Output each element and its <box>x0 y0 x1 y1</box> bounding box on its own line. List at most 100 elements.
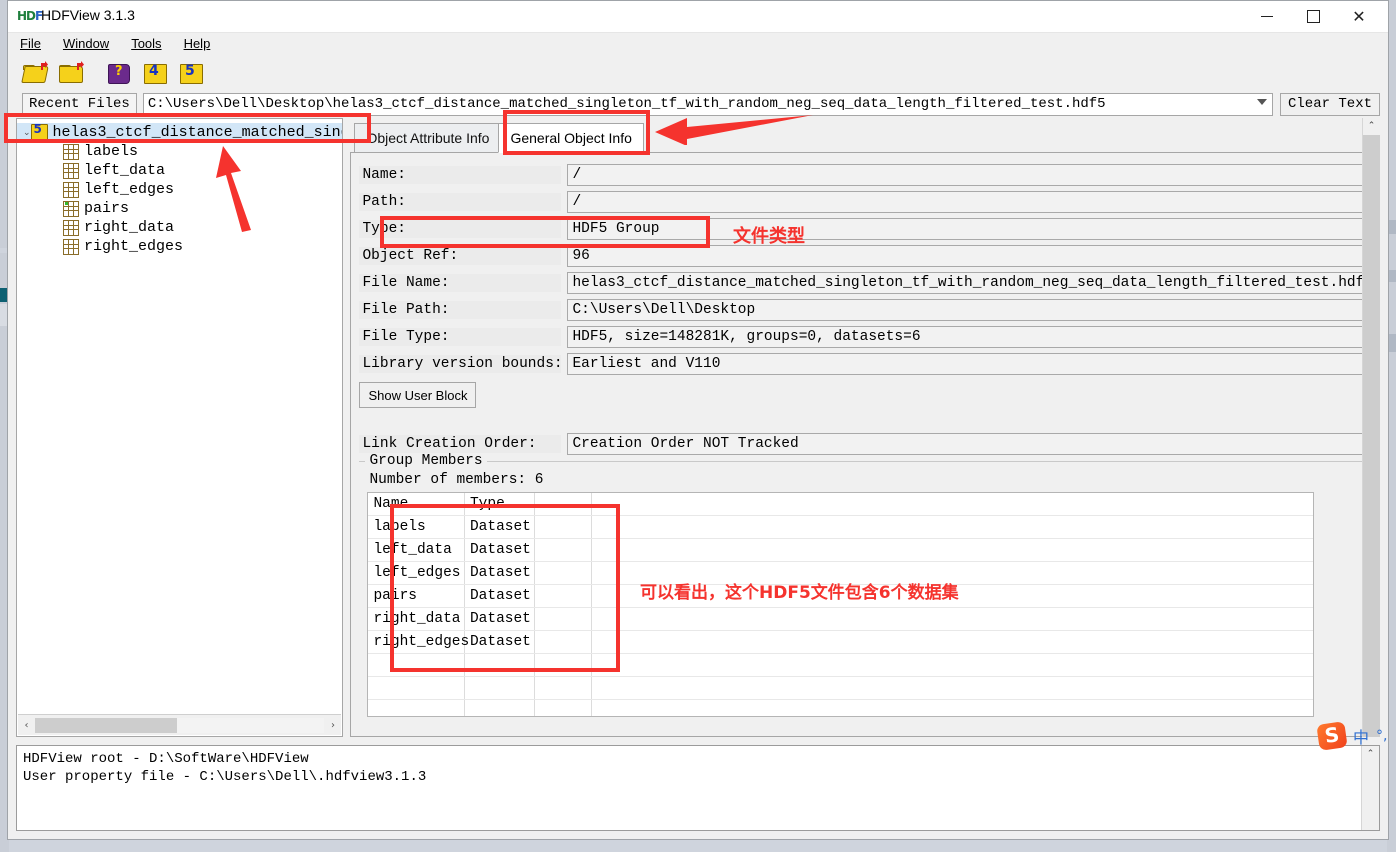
value-file-path[interactable]: C:\Users\Dell\Desktop <box>567 298 1374 321</box>
info-vertical-scrollbar[interactable]: ⌃ <box>1362 118 1380 737</box>
minimize-icon <box>1261 16 1273 17</box>
column-header-spill <box>591 493 1314 516</box>
cell-empty <box>464 676 535 700</box>
scroll-up-icon[interactable]: ⌃ <box>1363 118 1380 135</box>
table-row-empty[interactable] <box>368 676 1314 700</box>
tree-item-labels[interactable]: labels <box>17 142 342 161</box>
scroll-right-icon[interactable]: › <box>324 720 341 731</box>
recent-files-button[interactable]: Recent Files <box>22 92 137 116</box>
open-folder-icon[interactable] <box>58 60 84 86</box>
cell-spill <box>591 630 1314 654</box>
tree-root-item[interactable]: ⌄ 5 helas3_ctcf_distance_matched_singlet… <box>17 122 343 142</box>
cell-member-name: right_edges <box>368 630 469 654</box>
tree-horizontal-scrollbar[interactable]: ‹ › <box>18 714 342 735</box>
table-row[interactable]: left_edges Dataset <box>368 561 1314 585</box>
table-row[interactable]: pairs Dataset <box>368 584 1314 608</box>
tree-item-right_data[interactable]: right_data <box>17 218 342 237</box>
main-body: ⌄ 5 helas3_ctcf_distance_matched_singlet… <box>8 118 1388 737</box>
value-link-creation-order[interactable]: Creation Order NOT Tracked <box>567 432 1374 455</box>
ime-mode-label[interactable]: 中 <box>1353 724 1369 748</box>
cell-member-type: Dataset <box>464 630 535 654</box>
group-members-section: Group Members Number of members: 6 Name … <box>359 453 1371 717</box>
value-file-name[interactable]: helas3_ctcf_distance_matched_singleton_t… <box>567 271 1374 294</box>
column-header-name: Name <box>368 493 465 516</box>
open-file-icon[interactable] <box>21 60 49 86</box>
title-bar: HDF HDFView 3.1.3 ✕ <box>8 1 1388 33</box>
hdf4-folder-icon[interactable]: 4 <box>142 60 168 86</box>
value-object-ref[interactable]: 96 <box>567 244 1374 267</box>
table-row[interactable]: labels Dataset <box>368 515 1314 539</box>
field-row-library-version: Library version bounds: Earliest and V11… <box>351 350 1379 377</box>
cell-spill <box>591 607 1314 631</box>
ime-indicator[interactable]: S 中 °, <box>1316 721 1387 751</box>
tab-object-attribute-info[interactable]: Object Attribute Info <box>354 123 502 153</box>
value-type[interactable]: HDF5 Group <box>567 217 1374 240</box>
group-members-table[interactable]: Name Type labels Dataset left_data Datas… <box>367 492 1315 717</box>
tab-strip: Object Attribute Info General Object Inf… <box>350 118 1380 153</box>
maximize-icon <box>1306 10 1320 23</box>
hdf4-label: 4 <box>149 62 159 79</box>
minimize-button[interactable] <box>1244 1 1290 32</box>
file-path-input[interactable] <box>143 93 1272 115</box>
scroll-track-vertical[interactable] <box>1363 135 1380 737</box>
table-row[interactable]: right_edges Dataset <box>368 630 1314 654</box>
table-row-empty[interactable] <box>368 653 1314 677</box>
value-path[interactable]: / <box>567 190 1374 213</box>
cell-member-name: pairs <box>368 584 465 608</box>
file-tree-panel[interactable]: ⌄ 5 helas3_ctcf_distance_matched_singlet… <box>16 118 344 737</box>
tree-item-right_edges[interactable]: right_edges <box>17 237 342 256</box>
menu-tools-label: Tools <box>131 36 162 51</box>
maximize-button[interactable] <box>1290 1 1336 32</box>
tree-item-pairs[interactable]: pairs <box>17 199 342 218</box>
menu-window[interactable]: Window <box>61 35 111 52</box>
field-row-link-creation-order: Link Creation Order: Creation Order NOT … <box>351 430 1379 457</box>
close-button[interactable]: ✕ <box>1336 1 1382 32</box>
object-info-panel: Object Attribute Info General Object Inf… <box>350 118 1380 737</box>
label-path: Path: <box>359 192 562 211</box>
tree-item-left_edges[interactable]: left_edges <box>17 180 342 199</box>
general-object-info-content: Name: / Path: / Type: HDF5 Group Object … <box>350 153 1380 737</box>
scroll-thumb[interactable] <box>35 717 177 733</box>
label-library-version-bounds: Library version bounds: <box>359 354 563 373</box>
cell-blank <box>534 538 592 562</box>
log-vertical-scrollbar[interactable]: ⌃ <box>1361 746 1379 830</box>
menu-help-label: Help <box>183 36 211 51</box>
menu-help[interactable]: Help <box>182 35 213 52</box>
cell-member-type: Dataset <box>464 515 535 539</box>
expand-collapse-icon[interactable]: ⌄ <box>23 128 31 138</box>
label-link-creation-order: Link Creation Order: <box>359 434 562 453</box>
table-row[interactable]: right_data Dataset <box>368 607 1314 631</box>
cell-empty <box>464 653 535 677</box>
menu-file-label: File <box>20 36 41 51</box>
value-file-type[interactable]: HDF5, size=148281K, groups=0, datasets=6 <box>567 325 1374 348</box>
dataset-icon <box>63 238 79 255</box>
show-user-block-button[interactable]: Show User Block <box>359 382 477 408</box>
table-row[interactable]: left_data Dataset <box>368 538 1314 562</box>
tree-item-label: right_data <box>84 219 175 236</box>
hdf5-folder-icon[interactable]: 5 <box>178 60 204 86</box>
cell-empty <box>591 653 1314 677</box>
cell-member-type: Dataset <box>464 538 535 562</box>
sogou-logo-icon[interactable]: S <box>1316 721 1348 751</box>
screen: HDF HDFView 3.1.3 ✕ File Window Tools He… <box>0 0 1396 852</box>
table-row-empty[interactable] <box>368 699 1314 716</box>
hdf5-file-icon: 5 <box>30 122 48 141</box>
group-members-legend: Group Members <box>365 453 487 469</box>
value-name[interactable]: / <box>567 163 1374 186</box>
tab-general-object-info[interactable]: General Object Info <box>498 123 644 153</box>
tree-item-left_data[interactable]: left_data <box>17 161 342 180</box>
ime-punctuation-icon[interactable]: °, <box>1376 728 1387 744</box>
menu-file[interactable]: File <box>18 35 43 52</box>
chevron-down-icon[interactable] <box>1256 98 1267 105</box>
help-book-icon[interactable] <box>106 60 132 86</box>
file-path-combobox[interactable] <box>142 92 1273 116</box>
menu-tools[interactable]: Tools <box>129 35 163 52</box>
value-library-version-bounds[interactable]: Earliest and V110 <box>567 352 1374 375</box>
field-row-name: Name: / <box>351 161 1379 188</box>
clear-text-button[interactable]: Clear Text <box>1279 92 1380 116</box>
tree-item-label: left_edges <box>84 181 175 198</box>
scroll-track[interactable] <box>35 717 325 733</box>
hdf5-label: 5 <box>185 62 195 79</box>
field-row-type: Type: HDF5 Group <box>351 215 1379 242</box>
scroll-left-icon[interactable]: ‹ <box>18 720 35 731</box>
